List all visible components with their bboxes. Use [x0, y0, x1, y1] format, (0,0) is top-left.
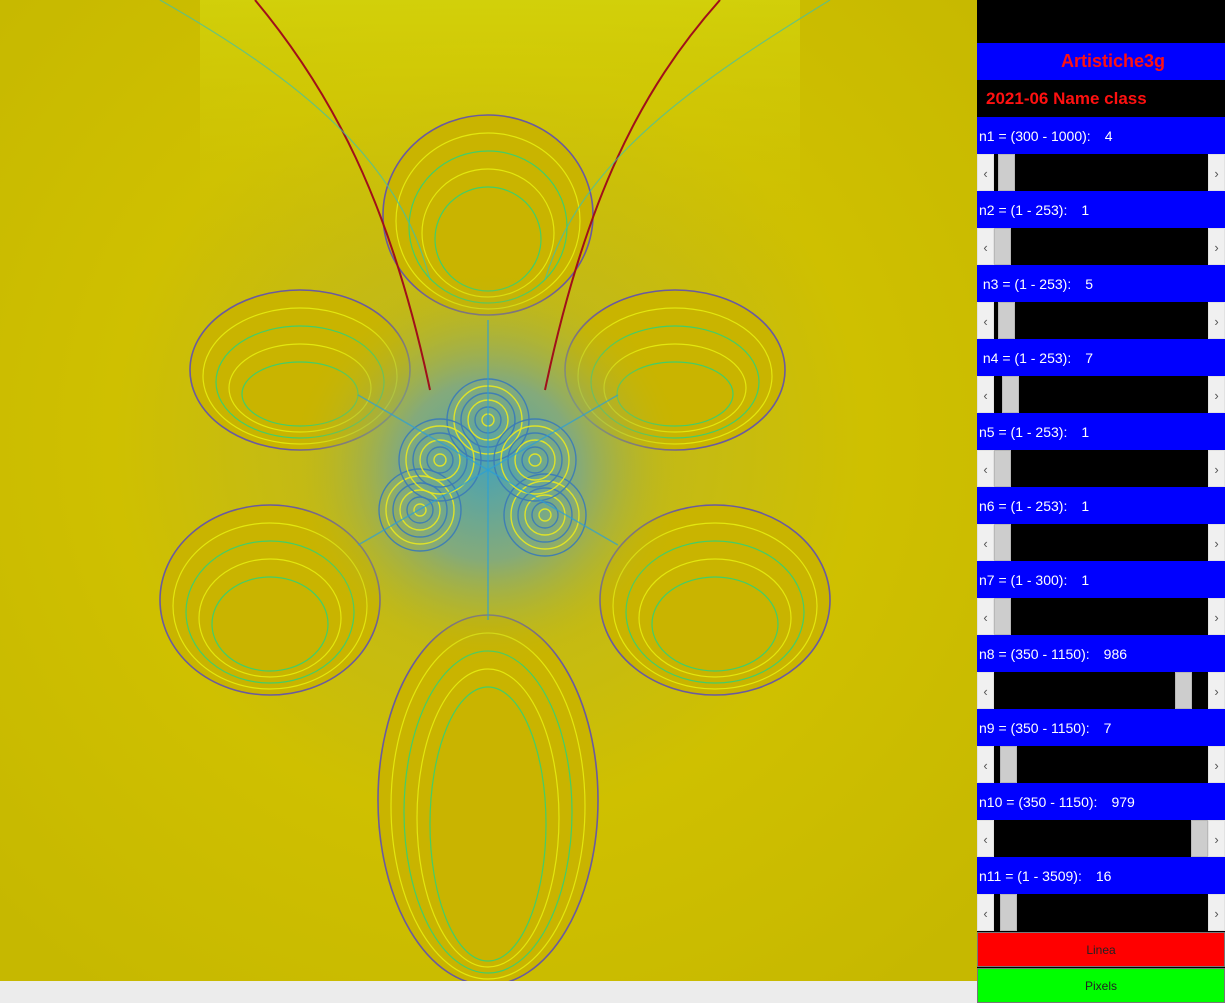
slider-thumb[interactable] [1000, 894, 1017, 931]
scroll-right-arrow-icon[interactable]: › [1208, 376, 1225, 413]
scroll-right-arrow-icon[interactable]: › [1208, 746, 1225, 783]
slider-track[interactable] [994, 598, 1208, 635]
slider-thumb[interactable] [994, 450, 1011, 487]
param-value: 5 [1085, 275, 1094, 292]
scroll-right-arrow-icon[interactable]: › [1208, 672, 1225, 709]
param-label-n5: n5 = (1 - 253): 1 [977, 413, 1225, 450]
slider-track[interactable] [994, 302, 1208, 339]
param-value: 4 [1104, 127, 1113, 144]
slider-thumb[interactable] [994, 598, 1011, 635]
slider-track[interactable] [994, 672, 1208, 709]
slider-n6[interactable]: ‹ › [977, 524, 1225, 561]
scroll-right-arrow-icon[interactable]: › [1208, 450, 1225, 487]
slider-track[interactable] [994, 746, 1208, 783]
scroll-left-arrow-icon[interactable]: ‹ [977, 524, 994, 561]
scroll-left-arrow-icon[interactable]: ‹ [977, 376, 994, 413]
param-value: 7 [1085, 349, 1094, 366]
param-label-n3: n3 = (1 - 253): 5 [977, 265, 1225, 302]
slider-thumb[interactable] [998, 154, 1015, 191]
param-label-text: n3 = (1 - 253): [979, 275, 1072, 292]
param-label-n9: n9 = (350 - 1150): 7 [977, 709, 1225, 746]
slider-track[interactable] [994, 376, 1208, 413]
scroll-left-arrow-icon[interactable]: ‹ [977, 672, 994, 709]
param-value: 979 [1111, 793, 1135, 810]
scroll-left-arrow-icon[interactable]: ‹ [977, 894, 994, 931]
param-label-text: n1 = (300 - 1000): [979, 127, 1091, 144]
scroll-left-arrow-icon[interactable]: ‹ [977, 820, 994, 857]
param-label-n6: n6 = (1 - 253): 1 [977, 487, 1225, 524]
scroll-right-arrow-icon[interactable]: › [1208, 154, 1225, 191]
slider-track[interactable] [994, 450, 1208, 487]
slider-track[interactable] [994, 524, 1208, 561]
slider-thumb[interactable] [998, 302, 1015, 339]
slider-n2[interactable]: ‹ › [977, 228, 1225, 265]
slider-thumb[interactable] [1175, 672, 1192, 709]
slider-n3[interactable]: ‹ › [977, 302, 1225, 339]
param-value: 1 [1081, 497, 1090, 514]
slider-n7[interactable]: ‹ › [977, 598, 1225, 635]
scroll-left-arrow-icon[interactable]: ‹ [977, 598, 994, 635]
control-panel: Artistiche3g 2021-06 Name class n1 = (30… [977, 0, 1225, 1003]
param-label-n2: n2 = (1 - 253): 1 [977, 191, 1225, 228]
scroll-right-arrow-icon[interactable]: › [1208, 894, 1225, 931]
fractal-canvas[interactable] [0, 0, 977, 981]
status-strip [0, 981, 977, 1003]
param-label-text: n5 = (1 - 253): [979, 423, 1068, 440]
param-value: 7 [1103, 719, 1112, 736]
slider-thumb[interactable] [1191, 820, 1208, 857]
param-label-text: n4 = (1 - 253): [979, 349, 1072, 366]
param-label-n1: n1 = (300 - 1000): 4 [977, 117, 1225, 154]
slider-thumb[interactable] [1000, 746, 1017, 783]
scroll-right-arrow-icon[interactable]: › [1208, 820, 1225, 857]
panel-header-spacer [977, 0, 1225, 43]
slider-thumb[interactable] [994, 228, 1011, 265]
param-value: 1 [1081, 571, 1090, 588]
scroll-left-arrow-icon[interactable]: ‹ [977, 154, 994, 191]
slider-n10[interactable]: ‹ › [977, 820, 1225, 857]
slider-track[interactable] [994, 228, 1208, 265]
param-value: 986 [1103, 645, 1128, 662]
scroll-left-arrow-icon[interactable]: ‹ [977, 302, 994, 339]
app-subtitle: 2021-06 Name class [977, 80, 1225, 117]
param-label-text: n11 = (1 - 3509): [979, 867, 1082, 884]
slider-n4[interactable]: ‹ › [977, 376, 1225, 413]
param-value: 1 [1081, 201, 1090, 218]
param-label-n10: n10 = (350 - 1150): 979 [977, 783, 1225, 820]
param-label-n11: n11 = (1 - 3509): 16 [977, 857, 1225, 894]
app-title: Artistiche3g [977, 43, 1225, 80]
scroll-left-arrow-icon[interactable]: ‹ [977, 746, 994, 783]
slider-n9[interactable]: ‹ › [977, 746, 1225, 783]
scroll-right-arrow-icon[interactable]: › [1208, 228, 1225, 265]
slider-n5[interactable]: ‹ › [977, 450, 1225, 487]
pixels-button[interactable]: Pixels [977, 968, 1225, 1003]
slider-n1[interactable]: ‹ › [977, 154, 1225, 191]
param-value: 1 [1081, 423, 1090, 440]
scroll-left-arrow-icon[interactable]: ‹ [977, 450, 994, 487]
slider-track[interactable] [994, 820, 1208, 857]
slider-track[interactable] [994, 894, 1208, 931]
scroll-left-arrow-icon[interactable]: ‹ [977, 228, 994, 265]
param-label-text: n9 = (350 - 1150): [979, 719, 1090, 736]
linea-button[interactable]: Linea [977, 932, 1225, 967]
slider-n8[interactable]: ‹ › [977, 672, 1225, 709]
slider-thumb[interactable] [994, 524, 1011, 561]
slider-track[interactable] [994, 154, 1208, 191]
param-value: 16 [1095, 867, 1112, 884]
fractal-image [0, 0, 977, 981]
param-label-n4: n4 = (1 - 253): 7 [977, 339, 1225, 376]
slider-n11[interactable]: ‹ › [977, 894, 1225, 931]
param-label-text: n8 = (350 - 1150): [979, 645, 1090, 662]
param-label-text: n10 = (350 - 1150): [979, 793, 1098, 810]
scroll-right-arrow-icon[interactable]: › [1208, 302, 1225, 339]
param-label-text: n6 = (1 - 253): [979, 497, 1068, 514]
param-label-n8: n8 = (350 - 1150): 986 [977, 635, 1225, 672]
slider-thumb[interactable] [1002, 376, 1019, 413]
scroll-right-arrow-icon[interactable]: › [1208, 598, 1225, 635]
param-label-text: n2 = (1 - 253): [979, 201, 1068, 218]
param-label-text: n7 = (1 - 300): [979, 571, 1068, 588]
scroll-right-arrow-icon[interactable]: › [1208, 524, 1225, 561]
param-label-n7: n7 = (1 - 300): 1 [977, 561, 1225, 598]
